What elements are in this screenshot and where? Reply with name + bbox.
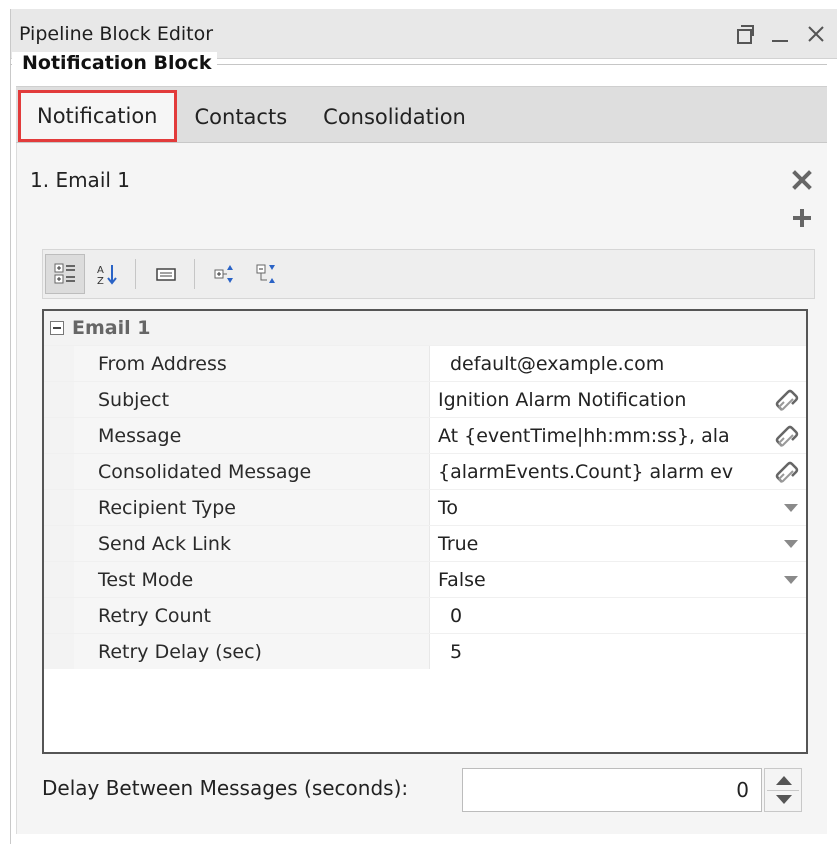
property-name: Retry Count (74, 598, 430, 633)
toolbar-separator (135, 259, 136, 289)
row-gutter (44, 490, 74, 525)
svg-text:Z: Z (97, 276, 104, 286)
delay-label: Delay Between Messages (seconds): (42, 776, 409, 800)
table-row[interactable]: Message At {eventTime|hh:mm:ss}, ala (44, 417, 806, 453)
delay-spinner[interactable] (764, 768, 802, 812)
sort-alpha-icon[interactable]: A Z (87, 254, 127, 294)
property-value[interactable]: At {eventTime|hh:mm:ss}, ala (430, 418, 806, 453)
row-gutter (44, 526, 74, 561)
link-binding-icon[interactable] (774, 460, 800, 486)
toolbar-separator (194, 259, 195, 289)
row-gutter (44, 346, 74, 381)
table-row[interactable]: Send Ack Link True (44, 525, 806, 561)
collapse-toggle-icon[interactable] (50, 321, 64, 335)
categorized-icon[interactable] (45, 254, 85, 294)
property-value-dropdown[interactable]: False (430, 562, 806, 597)
table-row[interactable]: Retry Count 0 (44, 597, 806, 633)
property-name: Subject (74, 382, 430, 417)
tab-consolidation[interactable]: Consolidation (305, 92, 484, 142)
minimize-icon[interactable] (769, 23, 791, 45)
profile-list-item[interactable]: 1. Email 1 (30, 168, 130, 192)
svg-text:A: A (97, 265, 104, 276)
x-icon[interactable] (790, 168, 814, 192)
delay-input[interactable]: 0 (462, 768, 762, 812)
table-row[interactable]: Consolidated Message {alarmEvents.Count}… (44, 453, 806, 489)
property-value[interactable]: {alarmEvents.Count} alarm ev (430, 454, 806, 489)
property-value-text: 5 (450, 641, 463, 663)
spinner-divider (767, 790, 799, 791)
table-row[interactable]: Recipient Type To (44, 489, 806, 525)
tab-bar: Notification Contacts Consolidation (16, 86, 827, 143)
property-value[interactable]: default@example.com (430, 346, 806, 381)
property-name: Send Ack Link (74, 526, 430, 561)
property-name: Test Mode (74, 562, 430, 597)
property-value-text: False (438, 569, 486, 591)
group-title: Notification Block (12, 52, 218, 74)
property-name: From Address (74, 346, 430, 381)
restore-icon[interactable] (733, 23, 755, 45)
property-value[interactable]: 0 (430, 598, 806, 633)
spin-down-icon[interactable] (776, 795, 792, 804)
row-gutter (44, 598, 74, 633)
property-name: Message (74, 418, 430, 453)
property-value-text: 0 (450, 605, 463, 627)
description-icon[interactable] (146, 254, 186, 294)
property-value-text: At {eventTime|hh:mm:ss}, ala (438, 425, 730, 447)
collapse-all-icon[interactable] (247, 254, 287, 294)
property-name: Retry Delay (sec) (74, 634, 430, 669)
property-grid: Email 1 From Address default@example.com… (42, 309, 808, 754)
chevron-down-icon[interactable] (784, 576, 798, 584)
property-value-text: Ignition Alarm Notification (438, 389, 687, 411)
table-row[interactable]: Subject Ignition Alarm Notification (44, 381, 806, 417)
delay-between-messages: Delay Between Messages (seconds): 0 (42, 768, 822, 812)
property-value-dropdown[interactable]: To (430, 490, 806, 525)
tab-notification[interactable]: Notification (18, 90, 177, 142)
property-name: Consolidated Message (74, 454, 430, 489)
link-binding-icon[interactable] (774, 388, 800, 414)
property-value-dropdown[interactable]: True (430, 526, 806, 561)
link-binding-icon[interactable] (774, 424, 800, 450)
row-gutter (44, 418, 74, 453)
property-name: Recipient Type (74, 490, 430, 525)
category-row[interactable]: Email 1 (44, 311, 806, 345)
plus-icon[interactable] (790, 206, 814, 230)
table-row[interactable]: Test Mode False (44, 561, 806, 597)
chevron-down-icon[interactable] (784, 504, 798, 512)
chevron-down-icon[interactable] (784, 540, 798, 548)
table-row[interactable]: Retry Delay (sec) 5 (44, 633, 806, 669)
category-label: Email 1 (72, 317, 151, 339)
property-value[interactable]: 5 (430, 634, 806, 669)
property-value-text: {alarmEvents.Count} alarm ev (438, 461, 734, 483)
table-row[interactable]: From Address default@example.com (44, 345, 806, 381)
property-value-text: To (438, 497, 459, 519)
tab-contacts[interactable]: Contacts (177, 92, 306, 142)
window-title: Pipeline Block Editor (19, 22, 214, 45)
row-gutter (44, 382, 74, 417)
row-gutter (44, 634, 74, 669)
row-gutter (44, 562, 74, 597)
property-value-text: True (438, 533, 479, 555)
close-icon[interactable] (805, 23, 827, 45)
row-gutter (44, 454, 74, 489)
expand-all-icon[interactable] (205, 254, 245, 294)
spin-up-icon[interactable] (776, 776, 792, 785)
property-value-text: default@example.com (450, 353, 665, 375)
property-grid-toolbar: A Z (42, 249, 815, 299)
property-value[interactable]: Ignition Alarm Notification (430, 382, 806, 417)
